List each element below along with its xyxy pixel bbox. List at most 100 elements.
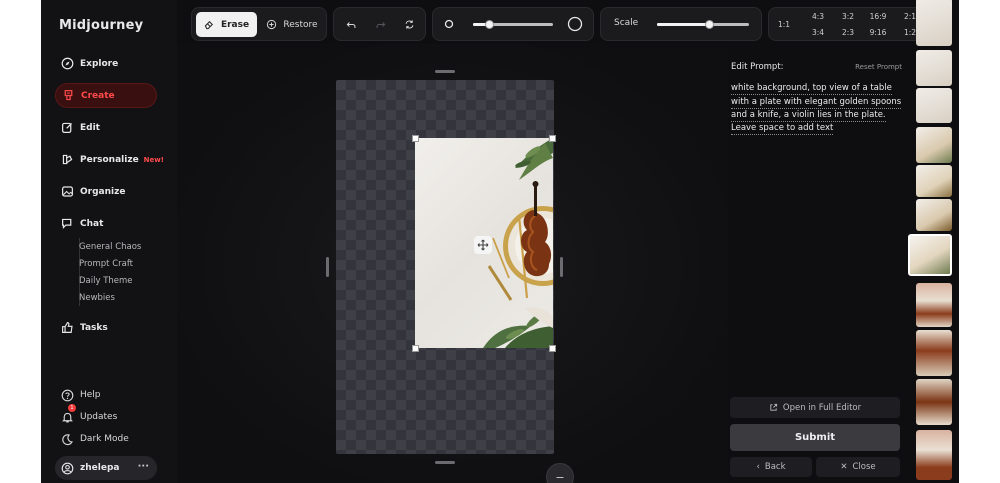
scale-thumb[interactable]	[705, 20, 715, 29]
large-brush-icon	[567, 16, 583, 32]
restore-icon	[267, 19, 277, 30]
crop-handle-top-left[interactable]	[412, 135, 419, 142]
sidebar-item-tasks[interactable]: Tasks	[55, 315, 157, 340]
thumbnail-4[interactable]	[916, 127, 952, 163]
app-logo[interactable]: Midjourney	[59, 18, 143, 33]
prompt-text-line-2[interactable]: with a plate with elegant golden spoons	[731, 97, 902, 109]
ratio-2-3[interactable]: 2:3	[837, 28, 859, 37]
bell-icon	[62, 412, 73, 423]
move-handle[interactable]	[474, 236, 492, 254]
sidebar-item-label: Personalize	[80, 154, 139, 165]
image-icon	[62, 186, 73, 197]
user-more-button[interactable]: ···	[138, 461, 149, 472]
scale-slider[interactable]	[657, 20, 749, 29]
user-icon	[61, 462, 74, 474]
thumbnail-9[interactable]	[916, 379, 952, 425]
chat-room-daily-theme[interactable]: Daily Theme	[79, 276, 133, 286]
sidebar-item-create[interactable]: Create	[55, 83, 157, 108]
collapse-button[interactable]: −	[546, 463, 574, 483]
thumbnail-3[interactable]	[916, 88, 952, 123]
sidebar-item-edit[interactable]: Edit	[55, 115, 157, 140]
crop-handle-top-right[interactable]	[549, 135, 556, 142]
sidebar-item-organize[interactable]: Organize	[55, 179, 157, 204]
thumbnail-5[interactable]	[916, 165, 952, 197]
help-icon	[61, 389, 74, 401]
prompt-text-line-3[interactable]: and a knife, a violin lies in the plate.	[731, 110, 886, 122]
open-full-editor-button[interactable]: Open in Full Editor	[730, 397, 900, 418]
ratio-3-4[interactable]: 3:4	[807, 28, 829, 37]
back-button[interactable]: ‹ Back	[730, 457, 812, 477]
thumbnail-10[interactable]	[916, 430, 952, 480]
open-full-editor-label: Open in Full Editor	[782, 402, 862, 413]
sidebar-item-label: Edit	[80, 122, 100, 133]
thumbs-up-icon	[62, 322, 73, 333]
help-link[interactable]: Help	[55, 385, 165, 405]
updates-label: Updates	[80, 412, 118, 422]
restore-button[interactable]: Restore	[260, 12, 324, 37]
ratio-9-16[interactable]: 9:16	[867, 28, 889, 37]
external-link-icon	[770, 403, 777, 411]
erase-label: Erase	[220, 19, 250, 30]
updates-link[interactable]: 1 Updates	[55, 404, 165, 427]
chevron-left-icon: ‹	[756, 462, 760, 472]
sidebar-item-personalize[interactable]: Personalize New!	[55, 147, 164, 172]
chat-icon	[62, 218, 72, 230]
crop-handle-bottom-left[interactable]	[412, 345, 419, 352]
crop-handle-bottom-right[interactable]	[549, 345, 556, 352]
scale-group: Scale	[600, 7, 762, 41]
redo-icon	[376, 22, 385, 28]
thumbnail-6[interactable]	[916, 199, 952, 231]
compass-icon	[61, 57, 74, 70]
small-brush-icon	[444, 19, 454, 29]
history-group	[333, 7, 426, 41]
ratio-1-1[interactable]: 1:1	[773, 20, 795, 29]
brush-size-thumb[interactable]	[485, 20, 494, 29]
sidebar-item-label: Create	[81, 90, 115, 101]
chat-room-general-chaos[interactable]: General Chaos	[79, 242, 141, 252]
thumbnail-8[interactable]	[916, 330, 952, 376]
thumbnail-7[interactable]	[916, 283, 952, 327]
sidebar: Midjourney Explore Create Edit Personali…	[41, 0, 177, 483]
sidebar-item-label: Tasks	[80, 322, 108, 333]
close-label: Close	[852, 462, 876, 472]
prompt-text-line-4[interactable]: Leave space to add text	[731, 123, 834, 135]
sidebar-item-explore[interactable]: Explore	[55, 51, 157, 76]
user-menu[interactable]: zhelepa ···	[55, 456, 157, 480]
erase-button[interactable]: Erase	[196, 12, 257, 37]
top-resize-handle[interactable]	[435, 70, 455, 73]
restore-label: Restore	[283, 19, 318, 30]
thumbnail-1[interactable]	[916, 0, 952, 46]
reset-prompt-button[interactable]: Reset Prompt	[855, 63, 902, 71]
close-icon: ✕	[840, 462, 848, 472]
scale-label: Scale	[614, 18, 639, 28]
thumbnail-2[interactable]	[916, 50, 952, 86]
left-resize-handle[interactable]	[326, 257, 329, 277]
thumbnail-selected[interactable]	[908, 234, 952, 276]
app-window: Midjourney Explore Create Edit Personali…	[41, 0, 959, 483]
user-name: zhelepa	[80, 463, 120, 473]
aspect-ratio-group: 1:1 4:3 3:2 16:9 2:1 3:4 2:3 9:16 1:2	[768, 7, 926, 41]
updates-count-badge: 1	[68, 404, 76, 412]
undo-button[interactable]	[339, 12, 363, 37]
erase-restore-group: Erase Restore	[191, 7, 327, 41]
reset-button[interactable]	[397, 12, 421, 37]
personalize-icon	[62, 154, 73, 165]
ratio-4-3[interactable]: 4:3	[807, 12, 829, 21]
ratio-3-2[interactable]: 3:2	[837, 12, 859, 21]
close-button[interactable]: ✕ Close	[816, 457, 900, 477]
dark-mode-label: Dark Mode	[80, 434, 129, 444]
bottom-resize-handle[interactable]	[435, 461, 455, 464]
brush-size-slider[interactable]	[473, 20, 553, 29]
chat-room-prompt-craft[interactable]: Prompt Craft	[79, 259, 133, 269]
redo-button[interactable]	[368, 12, 392, 37]
sidebar-item-label: Chat	[80, 218, 104, 229]
ratio-16-9[interactable]: 16:9	[867, 12, 889, 21]
right-resize-handle[interactable]	[560, 257, 563, 277]
prompt-text-line-1[interactable]: white background, top view of a table	[731, 83, 892, 95]
chat-room-newbies[interactable]: Newbies	[79, 293, 115, 303]
sidebar-item-chat[interactable]: Chat	[55, 211, 157, 236]
edit-prompt-label: Edit Prompt:	[731, 62, 784, 72]
submit-button[interactable]: Submit	[730, 424, 900, 451]
dark-mode-toggle[interactable]: Dark Mode	[55, 429, 165, 449]
brush-icon	[64, 90, 73, 101]
